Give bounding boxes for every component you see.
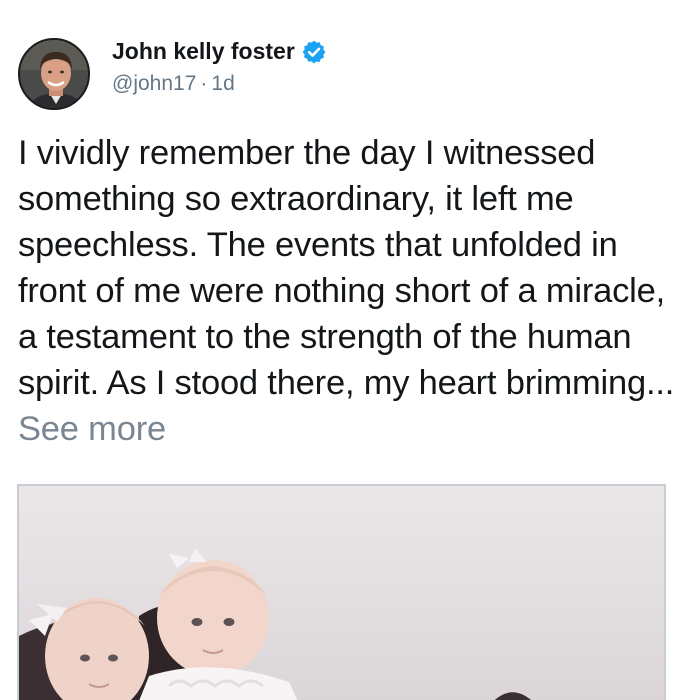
verified-badge-icon	[301, 39, 327, 65]
author-handle[interactable]: @john17	[112, 72, 196, 95]
post-body: I vividly remember the day I witnessed s…	[18, 130, 690, 452]
meta-separator: ·	[200, 72, 208, 95]
see-more-link[interactable]: See more	[18, 410, 166, 448]
post-image[interactable]	[17, 484, 666, 700]
post: John kelly foster @john17 · 1d I vividly r…	[0, 0, 700, 700]
post-text: I vividly remember the day I witnessed s…	[18, 134, 675, 402]
author-name-text[interactable]: John kelly foster	[112, 38, 295, 65]
post-time[interactable]: 1d	[211, 72, 234, 95]
post-meta: @john17 · 1d	[112, 72, 235, 96]
author-name[interactable]: John kelly foster	[112, 38, 327, 65]
avatar[interactable]	[18, 38, 90, 110]
